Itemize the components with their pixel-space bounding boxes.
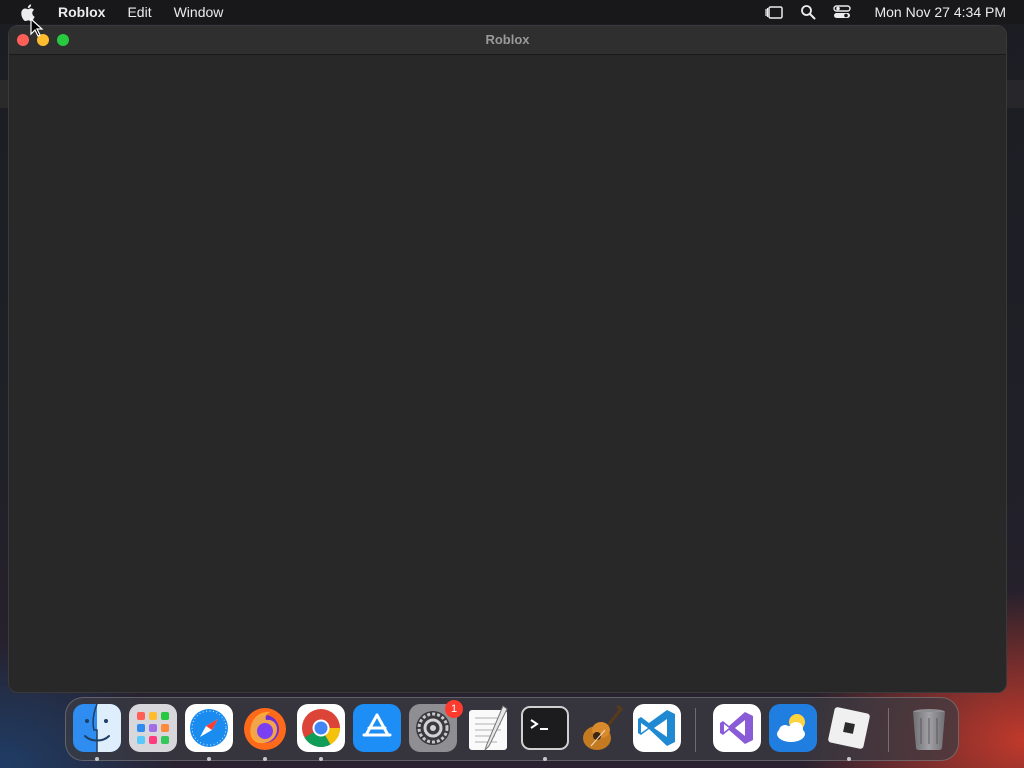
roblox-icon[interactable]	[825, 704, 873, 761]
weather-icon[interactable]	[769, 704, 817, 752]
dock-separator	[888, 708, 889, 752]
background-window-edge	[0, 80, 8, 108]
menu-window[interactable]: Window	[174, 0, 224, 24]
search-icon[interactable]	[798, 2, 818, 22]
system-settings-icon[interactable]: 1	[409, 700, 463, 752]
vscode-icon[interactable]	[633, 704, 681, 752]
menu-bar: Roblox Edit Window Mon Nov 27 4:34 PM	[0, 0, 1024, 24]
mouse-cursor-icon	[30, 18, 44, 37]
control-center-icon[interactable]	[832, 2, 852, 22]
firefox-icon[interactable]	[241, 704, 289, 761]
launchpad-icon[interactable]	[129, 704, 177, 752]
garageband-icon[interactable]	[577, 704, 625, 752]
running-indicator	[263, 757, 267, 761]
notification-badge: 1	[445, 700, 463, 718]
menu-bar-clock[interactable]: Mon Nov 27 4:34 PM	[874, 4, 1006, 20]
stage-manager-icon[interactable]	[764, 2, 784, 22]
background-window-edge	[1007, 80, 1024, 108]
menu-app-name[interactable]: Roblox	[58, 0, 105, 24]
running-indicator	[847, 757, 851, 761]
dock-separator	[695, 708, 696, 752]
running-indicator	[95, 757, 99, 761]
safari-icon[interactable]	[185, 704, 233, 761]
roblox-window: Roblox	[8, 25, 1007, 693]
running-indicator	[543, 757, 547, 761]
window-content	[9, 55, 1006, 692]
chrome-icon[interactable]	[297, 704, 345, 761]
window-title: Roblox	[485, 32, 530, 47]
menu-edit[interactable]: Edit	[127, 0, 151, 24]
running-indicator	[319, 757, 323, 761]
textedit-icon[interactable]	[465, 704, 513, 752]
running-indicator	[207, 757, 211, 761]
finder-icon[interactable]	[73, 704, 121, 761]
app-store-icon[interactable]	[353, 704, 401, 752]
trash-icon[interactable]	[905, 704, 953, 752]
visual-studio-icon[interactable]	[713, 704, 761, 752]
window-titlebar[interactable]: Roblox	[9, 26, 1006, 55]
dock: 1	[65, 697, 959, 761]
terminal-icon[interactable]	[521, 704, 569, 761]
